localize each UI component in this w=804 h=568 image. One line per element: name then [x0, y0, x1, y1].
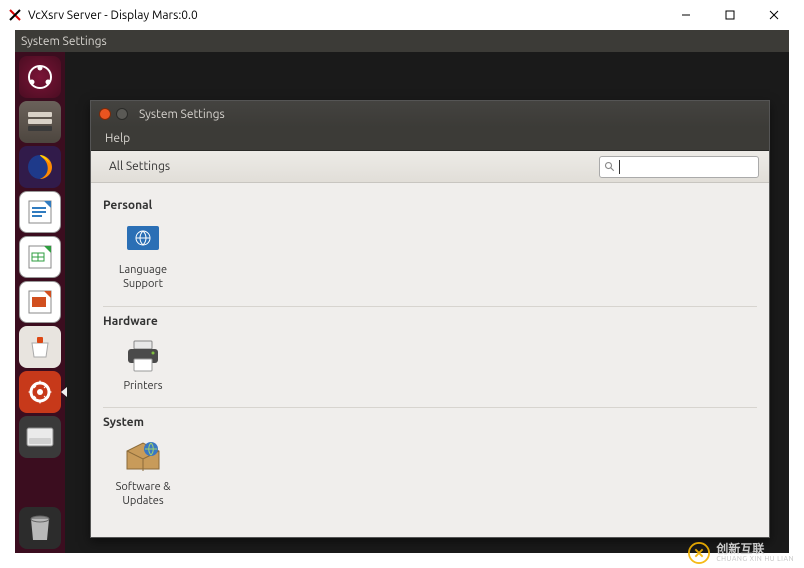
window-close-icon[interactable] — [99, 108, 111, 120]
search-icon — [604, 161, 616, 173]
close-button[interactable] — [752, 1, 796, 29]
window-titlebar[interactable]: System Settings — [91, 101, 769, 127]
ubuntu-dash-icon[interactable] — [19, 56, 61, 98]
section-title-system: System — [103, 416, 757, 429]
watermark-brand: 创新互联 — [716, 543, 794, 556]
software-updates-icon — [123, 437, 163, 477]
section-title-hardware: Hardware — [103, 315, 757, 328]
settings-content: Personal Language Support Hardware — [91, 183, 769, 537]
host-titlebar: VcXsrv Server - Display Mars:0.0 — [0, 0, 804, 30]
ubuntu-desktop: System Settings — [15, 30, 789, 553]
language-support-icon — [123, 220, 163, 260]
libreoffice-writer-icon[interactable] — [19, 191, 61, 233]
search-field[interactable] — [620, 161, 754, 173]
section-title-personal: Personal — [103, 199, 757, 212]
item-label: Language Support — [103, 264, 183, 292]
top-menubar-app-label: System Settings — [21, 35, 107, 48]
libreoffice-calc-icon[interactable] — [19, 236, 61, 278]
gnome-top-menubar: System Settings — [15, 30, 789, 52]
watermark-logo-icon — [688, 542, 710, 564]
firefox-icon[interactable] — [19, 146, 61, 188]
unity-launcher — [15, 52, 65, 553]
libreoffice-impress-icon[interactable] — [19, 281, 61, 323]
section-system: System Software & Updates — [103, 408, 757, 523]
printers-icon — [123, 336, 163, 376]
item-label: Software & Updates — [103, 481, 183, 509]
section-hardware: Hardware Printers — [103, 307, 757, 409]
disk-icon[interactable] — [19, 416, 61, 458]
window-title: System Settings — [139, 108, 225, 121]
window-minimize-icon[interactable] — [116, 108, 128, 120]
vcxsrv-x-icon — [8, 8, 22, 22]
system-settings-icon[interactable] — [19, 371, 61, 413]
item-label: Printers — [123, 380, 162, 394]
item-printers[interactable]: Printers — [103, 336, 183, 394]
window-toolbar: All Settings — [91, 151, 769, 183]
watermark: 创新互联 CHUANG XIN HU LIAN — [688, 542, 794, 564]
files-icon[interactable] — [19, 101, 61, 143]
item-language-support[interactable]: Language Support — [103, 220, 183, 292]
minimize-button[interactable] — [664, 1, 708, 29]
search-input[interactable] — [599, 156, 759, 178]
software-center-icon[interactable] — [19, 326, 61, 368]
trash-icon[interactable] — [19, 507, 61, 549]
watermark-pinyin: CHUANG XIN HU LIAN — [716, 556, 794, 564]
maximize-button[interactable] — [708, 1, 752, 29]
breadcrumb[interactable]: All Settings — [101, 157, 178, 176]
section-personal: Personal Language Support — [103, 191, 757, 307]
host-window-title: VcXsrv Server - Display Mars:0.0 — [28, 9, 198, 22]
menu-help[interactable]: Help — [99, 130, 136, 147]
system-settings-window: System Settings Help All Settings Person… — [90, 100, 770, 538]
window-menubar: Help — [91, 127, 769, 151]
item-software-updates[interactable]: Software & Updates — [103, 437, 183, 509]
